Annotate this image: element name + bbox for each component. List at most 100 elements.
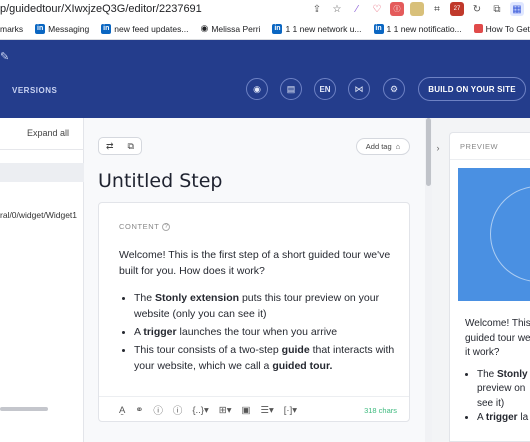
list-item: This tour consists of a two-step guide t… <box>134 342 399 374</box>
refresh-extension-icon[interactable]: ↻ <box>470 2 484 16</box>
bold-text: trigger <box>485 412 518 423</box>
tag-icon: ⌂ <box>395 142 401 151</box>
build-button-label: BUILD ON YOUR SITE <box>428 84 516 94</box>
widget-path[interactable]: ral/0/widget/Widget1 <box>0 210 77 220</box>
browser-url-bar[interactable]: p/guidedtour/XIwxjzeQ3G/editor/2237691 ⇪… <box>0 0 530 18</box>
layout-button[interactable]: ▤ <box>280 78 302 100</box>
left-tree-panel: Expand all ral/0/widget/Widget1 <box>0 118 84 442</box>
extension-red-icon[interactable]: Ⓘ <box>390 2 404 16</box>
star-icon[interactable]: ☆ <box>330 2 344 16</box>
help-icon[interactable]: ? <box>162 222 171 231</box>
bookmark-label: How To Get Starte... <box>485 23 530 34</box>
text: launches the tour when you arrive <box>176 326 338 338</box>
bookmark-item[interactable]: in 1 1 new network u... <box>272 23 362 34</box>
pencil-icon[interactable]: ✎ <box>0 50 9 63</box>
bold-text: trigger <box>143 326 177 338</box>
bullet-list: The Stonly extension puts this tour prev… <box>119 290 399 374</box>
bold-text: Stonly <box>497 368 528 380</box>
text: The <box>134 292 156 304</box>
content-label-text: CONTENT <box>119 222 160 231</box>
bookmark-item[interactable]: in Messaging <box>35 23 90 34</box>
screenshot-icon[interactable]: ⌗ <box>430 2 444 16</box>
preview-intro: Welcome! This guided tour we it work? <box>465 317 530 361</box>
variable-icon[interactable]: {..}▾ <box>192 405 208 416</box>
url-text[interactable]: p/guidedtour/XIwxjzeQ3G/editor/2237691 <box>0 3 202 15</box>
bookmark-item[interactable]: How To Get Starte... <box>473 23 530 34</box>
bookmark-label: Messaging <box>48 23 90 34</box>
bookmark-item[interactable]: in 1 1 new notificatio... <box>373 23 462 34</box>
build-on-your-site-button[interactable]: BUILD ON YOUR SITE <box>418 77 526 101</box>
formatting-toolbar: A̱ ⚭ ⓘ ⓘ {..}▾ ⊞▾ ▣ ☰▾ [·]▾ <box>119 403 297 418</box>
tree-row-selected[interactable] <box>0 163 84 182</box>
bold-text: guide <box>281 344 310 356</box>
divider <box>450 159 530 160</box>
text: A <box>134 326 144 338</box>
bookmark-label: 1 1 new notificatio... <box>386 23 462 34</box>
illustration-circle <box>490 186 530 282</box>
copy-icon[interactable]: ⧉ <box>128 141 134 152</box>
app-header: ✎ VERSIONS ◉ ▤ EN ⋈ ⚙ BUILD ON YOUR SITE <box>0 40 530 118</box>
bookmark-icon <box>473 24 483 33</box>
expand-all-button[interactable]: Expand all <box>27 128 69 138</box>
editor-scrollbar-thumb[interactable] <box>426 118 431 186</box>
bookmark-label: 1 1 new network u... <box>285 23 362 34</box>
character-count: 318 chars <box>364 406 397 415</box>
preview-text: Welcome! This guided tour we it work? Th… <box>465 317 530 426</box>
table-icon[interactable]: ⊞▾ <box>219 405 232 416</box>
divider <box>99 396 409 397</box>
text: la <box>517 412 529 423</box>
grid-extension-icon[interactable]: ▦ <box>510 2 524 16</box>
content-editor[interactable]: Welcome! This is the first step of a sho… <box>119 247 399 376</box>
bookmark-item[interactable]: in new feed updates... <box>101 23 188 34</box>
versions-link[interactable]: VERSIONS <box>12 86 57 95</box>
link-icon[interactable]: ⚭ <box>135 405 143 416</box>
line: Welcome! This <box>465 318 530 329</box>
text-format-icon[interactable]: A̱ <box>119 405 125 416</box>
text: This tour consists of a two-step <box>134 344 282 356</box>
bookmark-item[interactable]: ◉ Melissa Perri <box>200 23 260 34</box>
step-editor: ⇄ ⧉ Add tag ⌂ Untitled Step CONTENT ? We… <box>84 118 432 442</box>
swap-icon[interactable]: ⇄ <box>106 141 114 152</box>
badge-extension-icon[interactable]: 27 <box>450 2 464 16</box>
eye-icon: ◉ <box>253 83 261 94</box>
pocket-icon[interactable]: ♡ <box>370 2 384 16</box>
add-tag-label: Add tag <box>365 142 392 151</box>
list-item: A trigger la <box>477 411 530 426</box>
linkedin-icon: in <box>373 23 384 34</box>
gear-icon: ⚙ <box>389 83 399 94</box>
list-format-icon[interactable]: ☰▾ <box>260 405 273 416</box>
line: guided tour we <box>465 332 530 344</box>
extension-image-icon[interactable] <box>410 2 424 16</box>
settings-button[interactable]: ⚙ <box>383 78 405 100</box>
chevron-right-icon[interactable]: › <box>432 142 444 154</box>
browser-toolbar-icons: ⇪ ☆ ⁄ ♡ Ⓘ ⌗ 27 ↻ ⧉ ▦ <box>310 0 530 18</box>
warning-icon[interactable]: ⓘ <box>173 403 183 417</box>
preview-label: PREVIEW <box>460 142 499 151</box>
linkedin-icon: in <box>272 23 283 34</box>
list-item: A trigger launches the tour when you arr… <box>134 324 399 340</box>
step-title[interactable]: Untitled Step <box>98 170 222 192</box>
share-icon[interactable]: ⇪ <box>310 2 324 16</box>
preview-pane: PREVIEW Welcome! This guided tour we it … <box>449 132 530 442</box>
embed-icon[interactable]: [·]▾ <box>284 405 297 416</box>
media-icon[interactable]: ▣ <box>241 405 250 416</box>
share-button[interactable]: ⋈ <box>348 78 370 100</box>
text: see it) <box>477 397 505 409</box>
pen-extension-icon[interactable]: ⁄ <box>350 2 364 16</box>
horizontal-scrollbar[interactable] <box>0 407 48 411</box>
add-tag-button[interactable]: Add tag ⌂ <box>356 138 410 155</box>
linkedin-icon: in <box>35 23 46 34</box>
content-label: CONTENT ? <box>119 222 171 231</box>
text: A <box>477 412 486 423</box>
bookmark-item[interactable]: marks <box>0 24 23 34</box>
puzzle-extension-icon[interactable]: ⧉ <box>490 2 504 16</box>
language-button[interactable]: EN <box>314 78 336 100</box>
language-label: EN <box>319 84 331 94</box>
text: preview on <box>477 383 526 394</box>
preview-eye-button[interactable]: ◉ <box>246 78 268 100</box>
bold-text: Stonly extension <box>155 292 240 304</box>
content-card: CONTENT ? Welcome! This is the first ste… <box>98 202 410 422</box>
info-icon[interactable]: ⓘ <box>153 403 163 417</box>
bookmark-label: marks <box>0 23 24 34</box>
bookmarks-bar: marks in Messaging in new feed updates..… <box>0 18 530 40</box>
